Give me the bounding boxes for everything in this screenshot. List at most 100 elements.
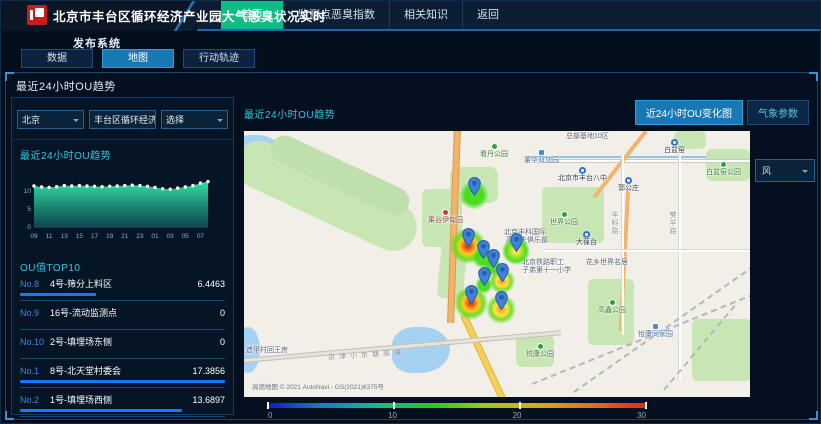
map-label: 樊羊路	[668, 211, 676, 235]
poi-icon	[609, 299, 616, 306]
scale-tick-label: 20	[513, 411, 522, 420]
metro-station-icon	[579, 167, 586, 174]
map-layer-select[interactable]: 风	[755, 159, 815, 182]
map-label: 造甲村回王房	[246, 347, 288, 355]
site-name: 8号-北天堂村委会	[50, 364, 192, 377]
scale-tick	[645, 402, 647, 409]
tab-track[interactable]: 行动轨迹	[183, 49, 255, 68]
city-select[interactable]: 北京	[17, 110, 84, 129]
trend-chart-title: 最近24小时OU趋势	[20, 147, 225, 162]
dashboard-app: 首页 监测点恶臭指数 相关知识 返回 北京市丰台区循环经济产业园大气恶臭状况实时…	[0, 0, 821, 424]
list-item[interactable]: No.8 4号-筛分上料区 6.4463	[20, 277, 225, 301]
ou-value: 6.4463	[197, 279, 225, 289]
map-pin[interactable]	[478, 267, 491, 291]
map-label: 怡康同家园	[638, 323, 673, 339]
map-road	[544, 249, 750, 252]
poi-icon	[537, 343, 544, 350]
value-bar	[20, 293, 96, 296]
site-name: 4号-筛分上料区	[50, 277, 197, 290]
map-pin[interactable]	[510, 233, 523, 257]
svg-text:10: 10	[24, 188, 32, 195]
poi-icon	[561, 211, 568, 218]
map-section-title: 最近24小时OU趋势	[244, 106, 335, 121]
site-name: 16号-流动监测点	[50, 306, 220, 319]
map-label: 果谷伊甸园	[428, 209, 463, 225]
color-scale-labels: 0 10 20 30	[268, 411, 646, 420]
map-label: 白盆窑公园	[706, 161, 741, 177]
map-pin[interactable]	[496, 263, 509, 287]
poi-icon	[652, 323, 659, 330]
ou-value: 0	[220, 337, 225, 347]
rank-label: No.8	[20, 279, 50, 289]
map-pin[interactable]	[462, 228, 475, 252]
svg-text:15: 15	[76, 233, 84, 240]
nav-item-back[interactable]: 返回	[462, 1, 513, 29]
tab-map[interactable]: 地图	[102, 49, 174, 68]
map-label: 花乡世界名居	[586, 259, 628, 267]
left-sidebar-panel: 北京 丰台区循环经济产 选择 最近24小时OU趋势 05100911131517…	[11, 97, 234, 415]
map-pin[interactable]	[468, 177, 481, 201]
map-label: 总部基地10区	[566, 133, 609, 141]
map-label: 子弟第十一小学	[522, 267, 571, 275]
map-label: 白盆窑	[664, 139, 685, 155]
weather-params-button[interactable]: 气象参数	[747, 100, 809, 125]
svg-text:01: 01	[151, 233, 159, 240]
rank-label: No.1	[20, 366, 50, 376]
svg-text:0: 0	[27, 224, 31, 231]
scale-tick-label: 0	[268, 411, 272, 420]
site-name: 2号-填埋场东侧	[50, 335, 220, 348]
svg-text:23: 23	[136, 233, 144, 240]
chevron-down-icon	[802, 170, 808, 176]
metro-station-icon	[625, 177, 632, 184]
map-label: 董华双加园	[524, 149, 559, 165]
filter-row: 北京 丰台区循环经济产 选择	[12, 98, 233, 140]
list-item[interactable]: No.9 16号-流动监测点 0	[20, 306, 225, 330]
panel-corner	[809, 72, 818, 81]
ou-value: 17.3856	[192, 366, 225, 376]
map-park	[692, 319, 750, 381]
map-pin[interactable]	[465, 285, 478, 309]
brand: 北京市丰台区循环经济产业园大气恶臭状况实时	[27, 5, 326, 25]
app-logo-icon	[27, 5, 47, 25]
poi-icon	[538, 149, 545, 156]
rank-label: No.9	[20, 308, 50, 318]
scale-tick	[519, 402, 521, 409]
map-road	[678, 149, 681, 381]
map-label: 大葆台	[576, 231, 597, 247]
metro-station-icon	[671, 139, 678, 146]
list-item[interactable]: No.2 1号-填埋场西侧 13.6897	[20, 393, 225, 417]
view-tabs: 数据 地图 行动轨迹	[21, 49, 255, 68]
rank-label: No.2	[20, 395, 50, 405]
svg-text:21: 21	[121, 233, 129, 240]
map-label: 高鑫公园	[598, 299, 626, 315]
map-label: 北京铁路职工	[522, 259, 564, 267]
ou-value: 0	[220, 308, 225, 318]
map-pin[interactable]	[495, 291, 508, 315]
map-toggle-buttons: 近24小时OU变化图 气象参数	[635, 100, 809, 125]
scale-tick-label: 10	[388, 411, 397, 420]
site-select[interactable]: 选择	[161, 110, 228, 129]
map-canvas[interactable]: 京津小京塘高速 高德地图 © 2021 AutoNavi - GS(2021)6…	[244, 131, 750, 397]
svg-text:5: 5	[27, 206, 31, 213]
poi-icon	[442, 209, 449, 216]
svg-text:19: 19	[106, 233, 114, 240]
tab-data[interactable]: 数据	[21, 49, 93, 68]
list-item[interactable]: No.10 2号-填埋场东侧 0	[20, 335, 225, 359]
panel-corner	[809, 411, 818, 420]
ou-value: 13.6897	[192, 395, 225, 405]
city-select-value: 北京	[22, 113, 40, 126]
color-scale-bar	[268, 403, 646, 408]
chevron-down-icon	[73, 119, 79, 125]
ou-change-map-button[interactable]: 近24小时OU变化图	[635, 100, 743, 125]
map-label: 北京市丰台八中	[558, 167, 607, 183]
nav-item-knowledge[interactable]: 相关知识	[389, 1, 462, 29]
svg-text:05: 05	[182, 233, 190, 240]
svg-text:09: 09	[30, 233, 38, 240]
map-label: 郭公庄	[618, 177, 639, 193]
svg-text:17: 17	[91, 233, 99, 240]
map-road	[460, 314, 506, 397]
list-item[interactable]: No.1 8号-北天堂村委会 17.3856	[20, 364, 225, 388]
site-select-value: 选择	[166, 113, 184, 126]
park-select[interactable]: 丰台区循环经济产	[89, 110, 156, 129]
svg-text:11: 11	[46, 233, 53, 240]
